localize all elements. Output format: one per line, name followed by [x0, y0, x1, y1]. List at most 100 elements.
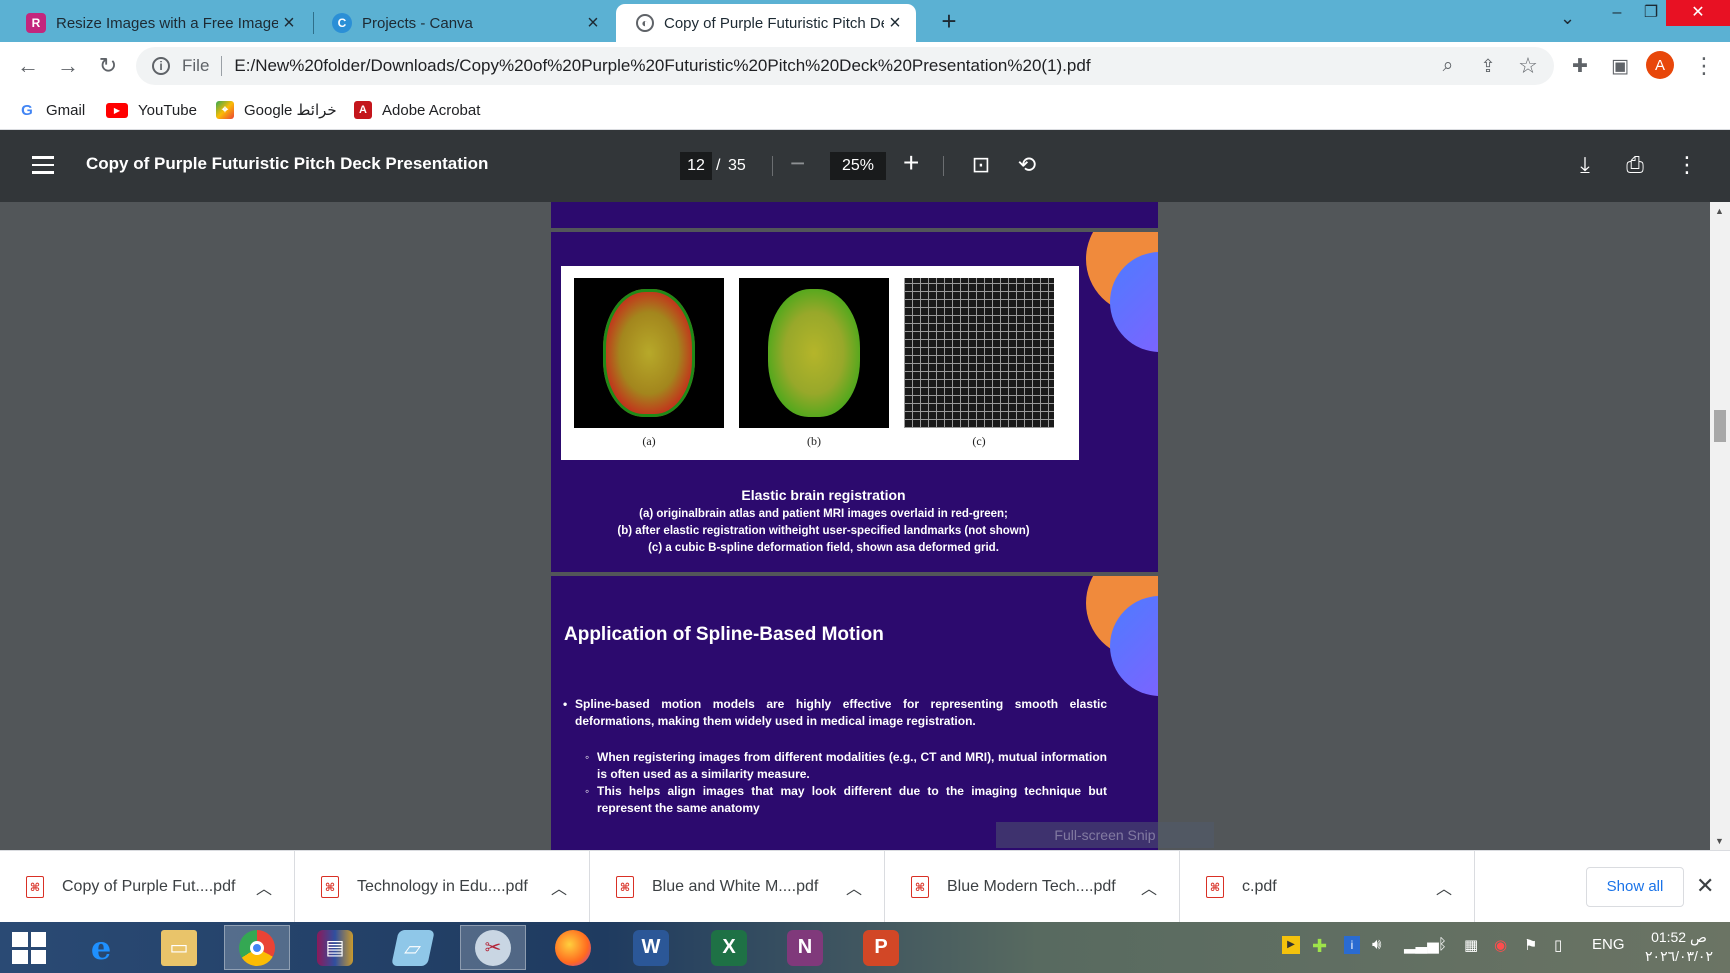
bookmark-adobe-acrobat[interactable]: A Adobe Acrobat — [354, 98, 480, 122]
download-item[interactable]: ⌘ Blue and White M....pdf ︿ — [590, 851, 885, 923]
zoom-out-button[interactable]: − — [790, 148, 805, 179]
bookmark-gmail[interactable]: G Gmail — [18, 98, 85, 122]
windows-start-icon[interactable] — [12, 932, 46, 964]
hamburger-menu-icon[interactable] — [32, 156, 54, 174]
zoom-level-input[interactable]: 25% — [830, 152, 886, 180]
tab-search-chevron-icon[interactable]: ⌄ — [1560, 8, 1575, 29]
notepad-icon[interactable]: ▱ — [380, 925, 446, 970]
chevron-up-icon[interactable]: ︿ — [1141, 875, 1157, 899]
close-tab-icon[interactable]: × — [582, 12, 604, 35]
app-glyph: W — [633, 929, 669, 966]
back-arrow-icon[interactable]: ← — [12, 50, 44, 82]
print-icon[interactable]: ⎙ — [1620, 150, 1650, 180]
network-plus-tray-icon[interactable]: ✚ — [1312, 936, 1327, 957]
word-icon[interactable]: W — [618, 925, 684, 970]
onenote-icon[interactable]: N — [772, 925, 838, 970]
zoom-icon[interactable]: ⌕ — [1432, 50, 1464, 82]
bullet-dot-icon: • — [563, 697, 568, 711]
snipping-tool-icon[interactable]: ✂ — [460, 925, 526, 970]
youtube-icon: ▶ — [106, 102, 128, 118]
side-panel-icon[interactable]: ▣ — [1604, 50, 1636, 82]
bookmark-google-maps[interactable]: ⌖ Google خرائط — [216, 98, 337, 122]
windows-taskbar: e ▭ ▤ ▱ ✂ W X N P ▶ ✚ i 🔊︎ ▂▃▅ ᛒ ▦ ◉ ⚑ ▯… — [0, 922, 1730, 973]
chevron-up-icon[interactable]: ︿ — [551, 875, 567, 899]
app-glyph — [555, 929, 591, 966]
figure-caption-line: (b) after elastic registration witheight… — [617, 525, 1030, 537]
bookmark-star-icon[interactable]: ☆ — [1512, 50, 1544, 82]
language-indicator[interactable]: ENG — [1592, 936, 1625, 953]
address-bar[interactable]: i File E:/New%20folder/Downloads/Copy%20… — [136, 47, 1554, 85]
download-filename: Blue and White M....pdf — [652, 878, 819, 895]
url-text[interactable]: E:/New%20folder/Downloads/Copy%20of%20Pu… — [234, 56, 1090, 76]
forward-arrow-icon[interactable]: → — [52, 50, 84, 82]
bookmark-youtube[interactable]: ▶ YouTube — [106, 98, 197, 122]
close-tab-icon[interactable]: × — [278, 12, 300, 35]
tab-resize-images[interactable]: R Resize Images with a Free Image × — [6, 4, 310, 42]
share-icon[interactable]: ⇪ — [1472, 50, 1504, 82]
bullet-point: • Spline-based motion models are highly … — [563, 696, 1107, 730]
sub-bullet-text: This helps align images that may look di… — [597, 784, 1107, 815]
bluetooth-icon[interactable]: ᛒ — [1438, 936, 1447, 953]
vertical-scrollbar[interactable]: ▲ ▼ — [1710, 202, 1730, 850]
signal-bars-icon[interactable]: ▂▃▅ — [1404, 936, 1439, 954]
circle-bullet-icon: ◦ — [585, 750, 590, 764]
download-item[interactable]: ⌘ Copy of Purple Fut....pdf ︿ — [0, 851, 295, 923]
winrar-icon[interactable]: ▤ — [302, 925, 368, 970]
firefox-icon[interactable] — [540, 925, 606, 970]
network-tray-icon[interactable]: ▦ — [1464, 936, 1478, 954]
system-clock[interactable]: 01:52 ص ٢٠٢٦/٠٣/٠٢ — [1634, 928, 1724, 966]
rotate-icon[interactable]: ⟲ — [1012, 150, 1042, 180]
bookmark-label: YouTube — [138, 101, 197, 119]
tab-canva-projects[interactable]: C Projects - Canva × — [312, 4, 614, 42]
volume-icon[interactable]: 🔊︎ — [1372, 936, 1381, 953]
file-explorer-icon[interactable]: ▭ — [146, 925, 212, 970]
close-window-button[interactable]: ✕ — [1666, 0, 1730, 26]
tab-title: Copy of Purple Futuristic Pitch De — [664, 14, 884, 32]
zoom-in-button[interactable]: + — [903, 147, 919, 179]
powerpoint-icon[interactable]: P — [848, 925, 914, 970]
scrollbar-thumb[interactable] — [1714, 410, 1726, 442]
mri-image-registered — [739, 278, 889, 428]
download-item[interactable]: ⌘ c.pdf ︿ — [1180, 851, 1475, 923]
more-options-icon[interactable]: ⋮ — [1672, 150, 1702, 180]
download-item[interactable]: ⌘ Blue Modern Tech....pdf ︿ — [885, 851, 1180, 923]
download-filename: Technology in Edu....pdf — [357, 878, 528, 895]
close-downloads-icon[interactable]: ✕ — [1696, 873, 1714, 899]
slide-spline-motion: Application of Spline-Based Motion • Spl… — [551, 576, 1158, 850]
info-icon[interactable]: i — [152, 57, 170, 75]
scroll-down-arrow-icon[interactable]: ▼ — [1715, 836, 1724, 846]
scroll-up-arrow-icon[interactable]: ▲ — [1715, 206, 1724, 216]
download-icon[interactable]: ⤓ — [1570, 150, 1600, 180]
show-all-downloads-button[interactable]: Show all — [1586, 867, 1684, 907]
acrobat-icon: A — [354, 101, 372, 119]
battery-icon[interactable]: ▯ — [1554, 936, 1562, 954]
tab-pitch-deck[interactable]: ◐ Copy of Purple Futuristic Pitch De × — [616, 4, 916, 42]
new-tab-button[interactable]: + — [934, 6, 964, 36]
pdf-file-icon: ⌘ — [616, 876, 634, 898]
action-center-flag-icon[interactable]: ⚑ — [1524, 936, 1537, 954]
chevron-up-icon[interactable]: ︿ — [846, 875, 862, 899]
antivirus-tray-icon[interactable]: ◉ — [1494, 936, 1507, 954]
downloads-shelf: ⌘ Copy of Purple Fut....pdf ︿ ⌘ Technolo… — [0, 850, 1730, 923]
current-page-input[interactable]: 12 — [680, 152, 712, 180]
pdf-document-area[interactable]: (a) (b) (c) Elastic brain registration (… — [0, 202, 1710, 850]
fit-to-page-icon[interactable]: ⊡ — [966, 150, 996, 180]
figure-label-c: (c) — [972, 434, 986, 448]
app-glyph: P — [863, 929, 899, 966]
chrome-icon[interactable] — [224, 925, 290, 970]
internet-explorer-icon[interactable]: e — [68, 925, 134, 970]
reload-icon[interactable]: ↻ — [92, 50, 124, 82]
close-tab-icon[interactable]: × — [884, 12, 906, 35]
brain-scan-image — [603, 289, 695, 417]
chevron-up-icon[interactable]: ︿ — [1436, 875, 1452, 899]
browser-menu-icon[interactable]: ⋮ — [1688, 50, 1720, 82]
excel-icon[interactable]: X — [696, 925, 762, 970]
info-tray-icon[interactable]: i — [1344, 936, 1360, 954]
chevron-up-icon[interactable]: ︿ — [256, 875, 272, 899]
sub-bullet-point: ◦ This helps align images that may look … — [585, 783, 1107, 817]
media-player-tray-icon[interactable]: ▶ — [1282, 936, 1300, 954]
profile-avatar[interactable]: A — [1646, 51, 1674, 79]
download-item[interactable]: ⌘ Technology in Edu....pdf ︿ — [295, 851, 590, 923]
extensions-puzzle-icon[interactable]: ✚ — [1564, 50, 1596, 82]
app-glyph — [239, 929, 275, 966]
